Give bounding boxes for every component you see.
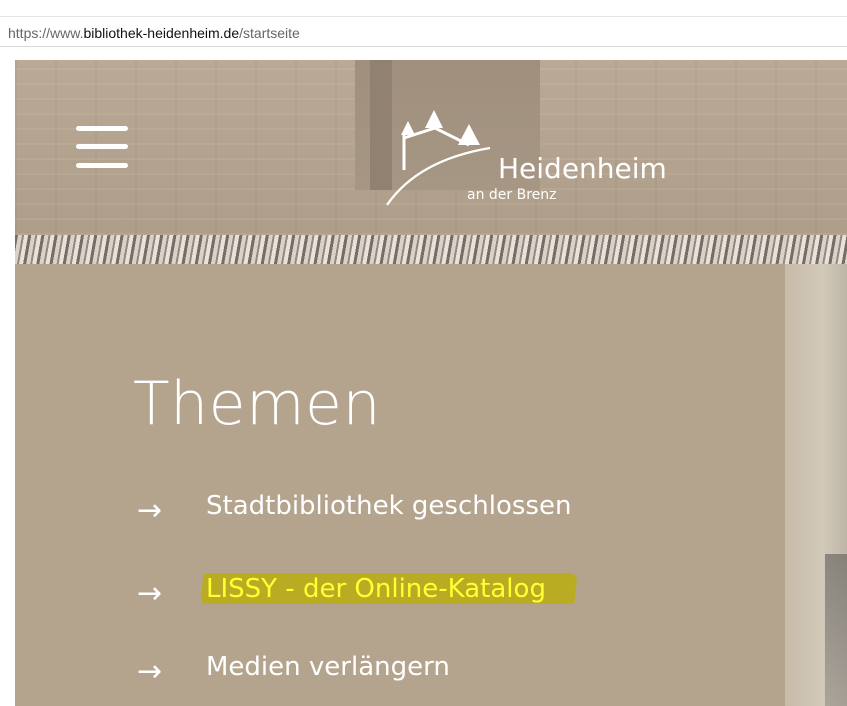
page-left-margin — [0, 47, 15, 706]
browser-address-bar[interactable]: https://www.bibliothek-heidenheim.de/sta… — [0, 0, 847, 47]
url-host: bibliothek-heidenheim.de — [83, 25, 240, 41]
url-prefix: https://www. — [8, 25, 84, 41]
url-text[interactable]: https://www.bibliothek-heidenheim.de/sta… — [8, 24, 300, 42]
hero-image-edge — [785, 264, 847, 706]
topic-label: LISSY - der Online-Katalog — [206, 574, 546, 604]
topic-link-medien-verlaengern[interactable]: → Medien verlängern — [137, 651, 737, 691]
logo-subtitle: an der Brenz — [467, 187, 557, 203]
topic-link-stadtbibliothek-geschlossen[interactable]: → Stadtbibliothek geschlossen — [137, 490, 737, 530]
arrow-right-icon: → — [137, 493, 163, 528]
themes-panel — [15, 264, 785, 706]
topic-label: Medien verlängern — [206, 652, 450, 682]
arrow-right-icon: → — [137, 654, 163, 689]
topic-label: Stadtbibliothek geschlossen — [206, 491, 572, 521]
site-logo[interactable]: Heidenheim an der Brenz — [380, 100, 700, 212]
hamburger-menu-icon[interactable] — [76, 126, 128, 170]
page-title: Themen — [133, 369, 381, 439]
logo-name: Heidenheim — [498, 152, 667, 185]
url-path: /startseite — [239, 25, 300, 41]
topic-link-lissy-online-katalog[interactable]: → LISSY - der Online-Katalog — [137, 573, 737, 613]
header-texture-band — [15, 235, 847, 264]
arrow-right-icon: → — [137, 576, 163, 611]
